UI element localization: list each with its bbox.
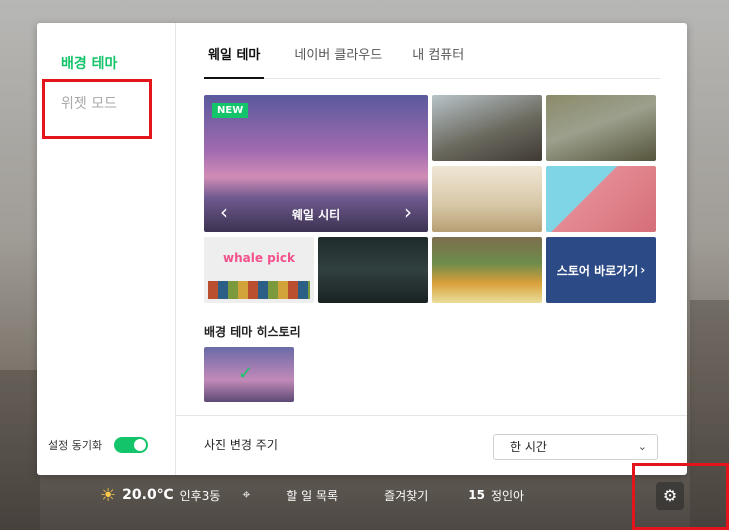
sync-label: 설정 동기화	[48, 439, 103, 452]
sidebar-item-background-theme[interactable]: 배경 테마	[61, 53, 117, 73]
featured-title: 웨일 시티	[291, 208, 341, 222]
theme-tile-pink-house[interactable]	[546, 166, 656, 232]
taskbar: ☀ 20.0℃ 인후3동 ⌖ 할 일 목록 즐겨찾기 15 정인아	[100, 484, 560, 506]
theme-tile-room[interactable]	[432, 166, 542, 232]
history-thumbnail[interactable]: ✓	[204, 347, 294, 402]
theme-tile-whale-pick[interactable]: whale pick	[204, 237, 314, 303]
chevron-down-icon: ⌄	[637, 440, 647, 453]
history-label: 배경 테마 히스토리	[204, 325, 301, 339]
checkmark-icon: ✓	[238, 363, 254, 384]
favorites-link[interactable]: 즐겨찾기	[384, 487, 428, 504]
tab-bar: 웨일 테마 네이버 클라우드 내 컴퓨터	[204, 45, 660, 79]
sync-row: 설정 동기화	[48, 437, 149, 453]
whale-pick-thumbnails	[208, 281, 310, 299]
tab-whale-theme[interactable]: 웨일 테마	[204, 45, 265, 79]
target-icon[interactable]: ⌖	[242, 487, 250, 503]
main-content: 웨일 테마 네이버 클라우드 내 컴퓨터 NEW ‹ 웨일 시티 › whale…	[204, 23, 660, 475]
sun-icon: ☀	[100, 484, 117, 506]
featured-theme-tile[interactable]: NEW ‹ 웨일 시티 ›	[204, 95, 428, 232]
sync-toggle[interactable]	[114, 437, 149, 453]
chevron-right-icon: ›	[640, 263, 646, 277]
theme-tile-drinks[interactable]	[432, 237, 542, 303]
store-link-label: 스토어 바로가기	[556, 263, 639, 278]
temperature: 20.0℃	[122, 487, 174, 503]
photo-change-select[interactable]: 한 시간 ⌄	[493, 434, 658, 460]
theme-tile-tent[interactable]	[546, 95, 656, 161]
photo-change-bar: 사진 변경 주기 한 시간 ⌄	[176, 415, 687, 475]
store-link-tile[interactable]: 스토어 바로가기 ›	[546, 237, 656, 303]
background-building	[0, 370, 40, 530]
photo-change-label: 사진 변경 주기	[204, 438, 278, 452]
date-number: 15	[468, 488, 485, 502]
gear-icon[interactable]: ⚙	[656, 482, 684, 510]
new-badge: NEW	[212, 103, 249, 118]
theme-tile-forest[interactable]	[318, 237, 428, 303]
chevron-right-icon[interactable]: ›	[404, 200, 412, 224]
whale-pick-label: whale pick	[223, 251, 295, 265]
todo-link[interactable]: 할 일 목록	[286, 487, 338, 504]
day-label: 정인아	[490, 488, 525, 503]
location[interactable]: 인후3동	[180, 487, 221, 504]
highlight-box-widget-mode	[42, 79, 152, 139]
tab-naver-cloud[interactable]: 네이버 클라우드	[290, 45, 382, 79]
photo-change-value: 한 시간	[510, 440, 547, 454]
tab-my-computer[interactable]: 내 컴퓨터	[408, 45, 464, 79]
theme-tile-coast[interactable]	[432, 95, 542, 161]
